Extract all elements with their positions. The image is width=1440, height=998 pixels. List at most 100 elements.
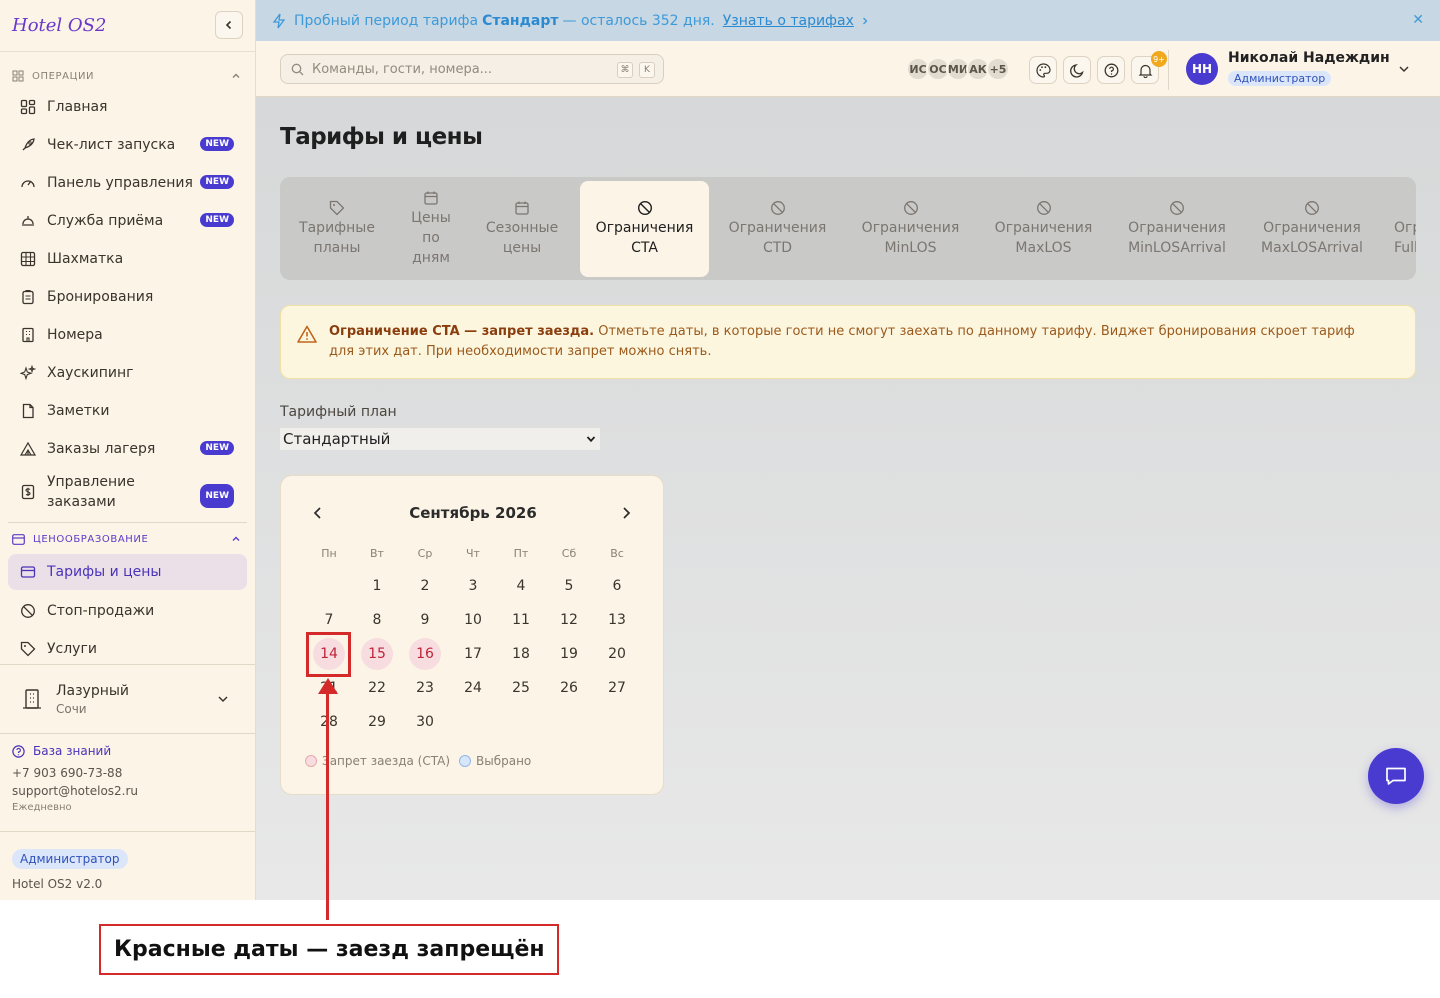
- calendar-day[interactable]: 17: [457, 638, 489, 670]
- calendar-icon: [515, 201, 529, 215]
- calendar-day[interactable]: 24: [457, 672, 489, 704]
- credit-card-icon: [20, 566, 36, 578]
- warning-icon: [297, 325, 317, 343]
- sidebar-item-stop-sales[interactable]: Стоп-продажи: [0, 592, 255, 630]
- sidebar-item-rates-prices[interactable]: Тарифы и цены: [8, 554, 247, 590]
- calendar-day-cta[interactable]: 15: [361, 638, 393, 670]
- hotel-city: Сочи: [56, 701, 87, 716]
- tab-label: Цены: [411, 210, 451, 226]
- support-phone[interactable]: +7 903 690-73-88: [12, 766, 138, 780]
- more-users-count[interactable]: +5: [986, 57, 1010, 81]
- nav-operations: Главная Чек-лист запуска NEW Панель упра…: [0, 88, 255, 516]
- calendar-day[interactable]: 25: [505, 672, 537, 704]
- rate-plan-select[interactable]: Стандартный: [280, 428, 600, 450]
- sidebar-item-bookings[interactable]: Бронирования: [0, 278, 255, 316]
- sidebar-item-chessboard[interactable]: Шахматка: [0, 240, 255, 278]
- banner-prefix: Пробный период тарифа: [294, 12, 479, 29]
- tab-minlos-restrictions[interactable]: Ограничения MinLOS: [846, 181, 975, 277]
- sidebar-item-housekeeping[interactable]: Хаускипинг: [0, 354, 255, 392]
- section-operations[interactable]: ОПЕРАЦИИ: [0, 66, 255, 86]
- support-email[interactable]: support@hotelos2.ru: [12, 784, 138, 798]
- calendar-day[interactable]: 28: [313, 706, 345, 738]
- calendar-day[interactable]: 5: [553, 570, 585, 602]
- calendar-day[interactable]: 11: [505, 604, 537, 636]
- sidebar-item-services[interactable]: Услуги: [0, 630, 255, 668]
- tab-label: Ограничения: [1263, 220, 1361, 236]
- tag-icon: [20, 641, 36, 657]
- calendar-day-cta[interactable]: 16: [409, 638, 441, 670]
- notifications-button[interactable]: 9+: [1131, 51, 1167, 84]
- section-pricing[interactable]: ЦЕНООБРАЗОВАНИЕ: [0, 529, 255, 549]
- chat-button[interactable]: [1368, 748, 1424, 804]
- tab-ctd-restrictions[interactable]: Ограничения CTD: [713, 181, 842, 277]
- clipboard-icon: [22, 289, 34, 305]
- calendar-day[interactable]: 12: [553, 604, 585, 636]
- calendar-day[interactable]: 3: [457, 570, 489, 602]
- search-input[interactable]: Команды, гости, номера... ⌘ K: [280, 54, 664, 84]
- sidebar-item-rooms[interactable]: Номера: [0, 316, 255, 354]
- user-name[interactable]: Николай Надеждин: [1228, 50, 1390, 66]
- calendar-day[interactable]: 23: [409, 672, 441, 704]
- pricing-link[interactable]: Узнать о тарифах: [723, 13, 854, 29]
- online-users[interactable]: ИС ОС МИ АК +5: [906, 57, 1010, 81]
- calendar-day[interactable]: 2: [409, 570, 441, 602]
- sidebar-item-home[interactable]: Главная: [0, 88, 255, 126]
- sidebar-item-label: Главная: [47, 99, 108, 115]
- calendar-day[interactable]: 22: [361, 672, 393, 704]
- rate-plan-value: Стандартный: [283, 430, 391, 448]
- calendar-day[interactable]: 26: [553, 672, 585, 704]
- sidebar-item-label: Тарифы и цены: [47, 564, 162, 580]
- tab-label: FullPa: [1394, 240, 1416, 256]
- tab-daily-prices[interactable]: Цены по дням: [390, 181, 472, 277]
- knowledge-base-label: База знаний: [33, 744, 112, 758]
- calendar-day[interactable]: 19: [553, 638, 585, 670]
- sidebar-item-front-desk[interactable]: Служба приёма NEW: [0, 202, 255, 240]
- tab-label: MinLOSArrival: [1128, 240, 1226, 256]
- sidebar-item-camp-orders[interactable]: Заказы лагеря NEW: [0, 430, 255, 468]
- app-logo[interactable]: Hotel OS2: [12, 15, 106, 36]
- tab-seasonal-prices[interactable]: Сезонные цены: [472, 181, 572, 277]
- sidebar-item-launch-checklist[interactable]: Чек-лист запуска NEW: [0, 126, 255, 164]
- calendar-day[interactable]: 18: [505, 638, 537, 670]
- theme-palette-button[interactable]: [1029, 56, 1057, 84]
- calendar-day[interactable]: 10: [457, 604, 489, 636]
- moon-icon: [1069, 63, 1084, 78]
- banner-close-button[interactable]: ✕: [1412, 12, 1424, 28]
- kbd-k: K: [639, 62, 655, 78]
- tab-fullpa-restrictions[interactable]: Ограничения FullPa: [1392, 181, 1416, 277]
- calendar-day[interactable]: 29: [361, 706, 393, 738]
- role-box: Администратор Hotel OS2 v2.0: [0, 831, 255, 907]
- calendar-day[interactable]: 13: [601, 604, 633, 636]
- calendar-day[interactable]: 6: [601, 570, 633, 602]
- calendar-day[interactable]: 8: [361, 604, 393, 636]
- tab-rate-plans[interactable]: Тарифные планы: [284, 181, 390, 277]
- chevron-right-icon[interactable]: [619, 505, 633, 521]
- calendar-day[interactable]: 27: [601, 672, 633, 704]
- tab-maxlosarrival-restrictions[interactable]: Ограничения MaxLOSArrival: [1246, 181, 1378, 277]
- knowledge-base-link[interactable]: База знаний: [12, 744, 138, 758]
- tab-label: Ограничения: [728, 220, 827, 236]
- annotation-arrow: [326, 690, 329, 920]
- tab-maxlos-restrictions[interactable]: Ограничения MaxLOS: [979, 181, 1108, 277]
- sidebar-item-label: Шахматка: [47, 251, 124, 267]
- calendar-day[interactable]: 4: [505, 570, 537, 602]
- avatar[interactable]: НН: [1186, 53, 1218, 85]
- calendar-day[interactable]: 1: [361, 570, 393, 602]
- hotel-selector[interactable]: Лазурный Сочи: [0, 664, 255, 734]
- chevron-down-icon[interactable]: [1398, 63, 1410, 75]
- logo-row: Hotel OS2: [0, 0, 255, 52]
- calendar-day[interactable]: 9: [409, 604, 441, 636]
- collapse-sidebar-button[interactable]: [215, 11, 243, 39]
- tab-cta-restrictions[interactable]: Ограничения CTA: [580, 181, 709, 277]
- help-button[interactable]: [1097, 56, 1125, 84]
- sidebar-item-label: Чек-лист запуска: [47, 137, 176, 153]
- dark-mode-button[interactable]: [1063, 56, 1091, 84]
- calendar-day[interactable]: 30: [409, 706, 441, 738]
- sidebar-item-order-management[interactable]: Управление заказами NEW: [0, 468, 255, 516]
- sidebar-item-notes[interactable]: Заметки: [0, 392, 255, 430]
- chevron-up-icon: [232, 73, 240, 78]
- chevron-down-icon: [586, 436, 596, 443]
- sidebar-item-control-panel[interactable]: Панель управления NEW: [0, 164, 255, 202]
- tab-minlosarrival-restrictions[interactable]: Ограничения MinLOSArrival: [1112, 181, 1242, 277]
- calendar-day[interactable]: 20: [601, 638, 633, 670]
